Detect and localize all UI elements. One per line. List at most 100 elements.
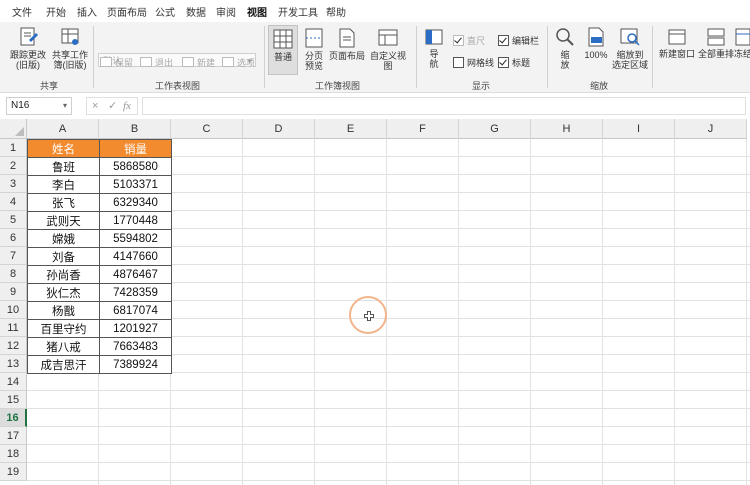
menu-help[interactable]: 帮助: [326, 4, 346, 19]
page-break-preview-button[interactable]: 分页 预览: [301, 27, 327, 71]
row-header-19[interactable]: 19: [0, 463, 27, 481]
zoom-button[interactable]: 缩 放: [553, 26, 577, 70]
sales-cell[interactable]: 6329340: [99, 193, 172, 212]
menu-data[interactable]: 数据: [186, 4, 206, 19]
menu-home[interactable]: 开始: [46, 4, 66, 19]
row-header-6[interactable]: 6: [0, 229, 27, 247]
insert-function-icon[interactable]: fx: [123, 98, 131, 114]
sheet-view-new-button[interactable]: 新建: [182, 56, 215, 69]
formula-input[interactable]: [142, 97, 746, 115]
sales-cell[interactable]: 5594802: [99, 229, 172, 248]
name-cell[interactable]: 猪八戒: [27, 337, 100, 356]
sheet-view-exit-button[interactable]: 退出: [140, 56, 173, 69]
sales-cell[interactable]: 4876467: [99, 265, 172, 284]
row-header-10[interactable]: 10: [0, 301, 27, 319]
table-row: 武则天 1770448: [27, 211, 172, 230]
menu-view[interactable]: 视图: [247, 4, 267, 24]
row-header-13[interactable]: 13: [0, 355, 27, 373]
name-cell[interactable]: 武则天: [27, 211, 100, 230]
column-header-j[interactable]: J: [675, 119, 747, 139]
sales-cell[interactable]: 1201927: [99, 319, 172, 338]
new-window-button[interactable]: 新建窗口: [657, 27, 697, 59]
header-cell[interactable]: 销量: [99, 139, 172, 158]
new-view-icon: [182, 57, 194, 67]
menu-developer[interactable]: 开发工具: [278, 4, 318, 19]
page-layout-button[interactable]: 页面布局: [329, 27, 365, 61]
sales-cell[interactable]: 5868580: [99, 157, 172, 176]
name-cell[interactable]: 杨戬: [27, 301, 100, 320]
row-header-15[interactable]: 15: [0, 391, 27, 409]
menu-formulas[interactable]: 公式: [155, 4, 175, 19]
name-cell[interactable]: 狄仁杰: [27, 283, 100, 302]
sales-cell[interactable]: 4147660: [99, 247, 172, 266]
cancel-icon[interactable]: ×: [92, 98, 98, 114]
name-cell[interactable]: 鲁班: [27, 157, 100, 176]
gridlines-label: 网格线: [467, 58, 495, 68]
row-header-5[interactable]: 5: [0, 211, 27, 229]
row-header-8[interactable]: 8: [0, 265, 27, 283]
column-header-c[interactable]: C: [171, 119, 243, 139]
name-cell[interactable]: 张飞: [27, 193, 100, 212]
sales-cell[interactable]: 7428359: [99, 283, 172, 302]
name-cell[interactable]: 成吉思汗: [27, 355, 100, 374]
zoom-100-button[interactable]: 100%: [582, 26, 610, 60]
row-header-4[interactable]: 4: [0, 193, 27, 211]
menu-review[interactable]: 审阅: [216, 4, 236, 19]
name-box[interactable]: N16 ▾: [6, 97, 72, 115]
track-changes-button[interactable]: 跟踪更改 (旧版): [8, 26, 48, 70]
show-group-label: 显示: [472, 81, 491, 91]
column-header-h[interactable]: H: [531, 119, 603, 139]
gridlines-check-icon: [453, 57, 464, 68]
zoom-selection-button[interactable]: 缩放到 选定区域: [612, 26, 648, 70]
gridlines-checkbox[interactable]: 网格线: [453, 56, 494, 69]
menu-insert[interactable]: 插入: [77, 4, 97, 19]
sales-cell[interactable]: 5103371: [99, 175, 172, 194]
row-header-3[interactable]: 3: [0, 175, 27, 193]
row-header-2[interactable]: 2: [0, 157, 27, 175]
name-cell[interactable]: 孙尚香: [27, 265, 100, 284]
headings-checkbox[interactable]: 标题: [498, 56, 530, 69]
column-header-d[interactable]: D: [243, 119, 315, 139]
custom-views-button[interactable]: 自定义视图: [366, 27, 410, 71]
header-cell[interactable]: 姓名: [27, 139, 100, 158]
arrange-all-button[interactable]: 全部重排: [697, 27, 735, 59]
column-header-g[interactable]: G: [459, 119, 531, 139]
row-header-18[interactable]: 18: [0, 445, 27, 463]
track-changes-label: 跟踪更改 (旧版): [9, 50, 46, 70]
row-header-17[interactable]: 17: [0, 427, 27, 445]
name-cell[interactable]: 嫦娥: [27, 229, 100, 248]
enter-icon[interactable]: ✓: [108, 98, 117, 114]
freeze-panes-button[interactable]: 冻结: [734, 27, 750, 59]
menu-page-layout[interactable]: 页面布局: [107, 4, 147, 19]
share-workbook-label: 共享工作 簿(旧版): [51, 50, 88, 70]
row-header-1[interactable]: 1: [0, 139, 27, 157]
sheet-view-keep-button[interactable]: 保留: [100, 56, 133, 69]
menu-file[interactable]: 文件: [12, 4, 32, 19]
sales-cell[interactable]: 7389924: [99, 355, 172, 374]
row-header-16[interactable]: 16: [0, 409, 27, 427]
formula-bar-checkbox[interactable]: 编辑栏: [498, 34, 539, 47]
sales-cell[interactable]: 1770448: [99, 211, 172, 230]
share-workbook-button[interactable]: 共享工作 簿(旧版): [50, 26, 90, 70]
sheet-view-options-button[interactable]: 选项: [222, 56, 255, 69]
normal-view-button[interactable]: 普通: [268, 25, 298, 75]
name-cell[interactable]: 李白: [27, 175, 100, 194]
select-all-button[interactable]: [0, 119, 27, 139]
row-header-7[interactable]: 7: [0, 247, 27, 265]
sales-cell[interactable]: 6817074: [99, 301, 172, 320]
row-header-11[interactable]: 11: [0, 319, 27, 337]
column-header-e[interactable]: E: [315, 119, 387, 139]
column-header-b[interactable]: B: [99, 119, 171, 139]
normal-view-label: 普通: [273, 52, 292, 62]
row-header-14[interactable]: 14: [0, 373, 27, 391]
name-cell[interactable]: 刘备: [27, 247, 100, 266]
navigation-button[interactable]: 导 航: [422, 27, 446, 69]
column-header-f[interactable]: F: [387, 119, 459, 139]
row-header-12[interactable]: 12: [0, 337, 27, 355]
name-cell[interactable]: 百里守约: [27, 319, 100, 338]
column-header-i[interactable]: I: [603, 119, 675, 139]
sales-cell[interactable]: 7663483: [99, 337, 172, 356]
column-header-a[interactable]: A: [27, 119, 99, 139]
ruler-checkbox[interactable]: 直尺: [453, 34, 485, 47]
row-header-9[interactable]: 9: [0, 283, 27, 301]
